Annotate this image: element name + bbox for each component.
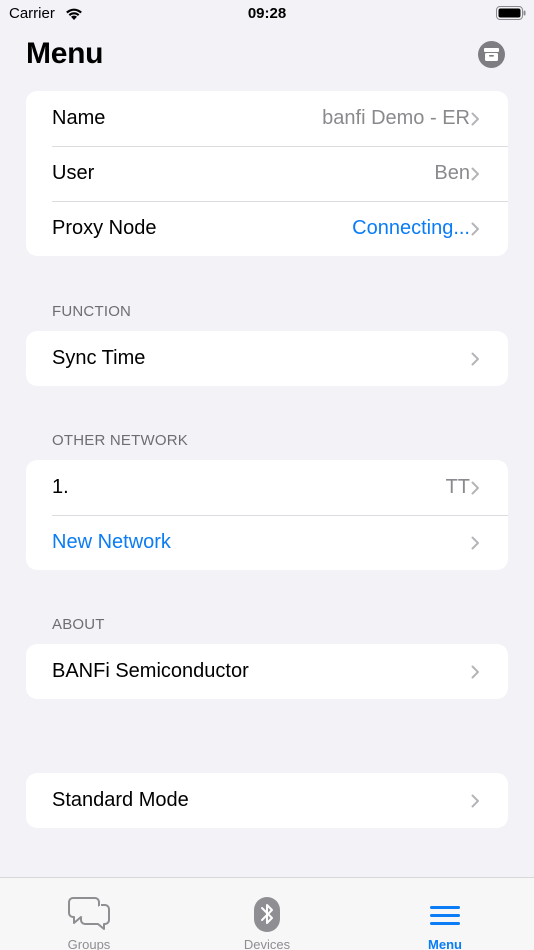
user-value: Ben [434,162,470,184]
proxy-node-status: Connecting... [352,217,470,239]
name-row[interactable]: Name banfi Demo - ER [26,91,508,146]
tab-bar: Groups Devices Menu [0,877,534,950]
chevron-right-icon [471,536,479,550]
archive-icon [484,48,499,61]
hamburger-menu-icon [430,906,460,925]
network-row[interactable]: 1. TT [26,460,508,515]
other-network-group: 1. TT New Network [26,460,508,570]
battery-icon [496,6,526,20]
standard-mode-label: Standard Mode [52,789,189,811]
chevron-right-icon [471,794,479,808]
bluetooth-icon [254,897,280,932]
status-bar: Carrier 09:28 [0,0,534,30]
about-company-row[interactable]: BANFi Semiconductor [26,644,508,699]
new-network-link: New Network [52,531,171,553]
tab-groups[interactable]: Groups [0,878,178,950]
clock: 09:28 [247,5,287,22]
section-header-about: ABOUT [52,616,105,633]
network-index-label: 1. [52,476,69,498]
about-company-label: BANFi Semiconductor [52,660,249,682]
tab-devices[interactable]: Devices [178,878,356,950]
tab-menu-label: Menu [428,937,462,950]
proxy-node-row[interactable]: Proxy Node Connecting... [26,201,508,256]
tab-devices-label: Devices [243,937,291,950]
proxy-node-label: Proxy Node [52,217,157,239]
tab-menu[interactable]: Menu [356,878,534,950]
sync-time-row[interactable]: Sync Time [26,331,508,386]
chevron-right-icon [471,112,479,126]
chevron-right-icon [471,222,479,236]
chevron-right-icon [471,665,479,679]
standard-mode-row[interactable]: Standard Mode [26,773,508,828]
chevron-right-icon [471,167,479,181]
page-title: Menu [26,37,104,70]
chat-bubbles-icon [68,897,110,930]
name-label: Name [52,107,106,129]
section-header-other-network: OTHER NETWORK [52,432,188,449]
sync-time-label: Sync Time [52,347,146,369]
section-header-function: FUNCTION [52,303,132,320]
function-group: Sync Time [26,331,508,386]
chevron-right-icon [471,352,479,366]
archive-button[interactable] [478,41,505,68]
network-info-group: Name banfi Demo - ER User Ben Proxy Node… [26,91,508,256]
menu-screen: Carrier 09:28 Menu Name banfi Demo - ER … [0,0,534,950]
about-group: BANFi Semiconductor [26,644,508,699]
network-name-value: TT [445,476,470,498]
name-value: banfi Demo - ER [322,107,470,129]
mode-group: Standard Mode [26,773,508,828]
user-row[interactable]: User Ben [26,146,508,201]
chevron-right-icon [471,481,479,495]
tab-groups-label: Groups [67,937,111,950]
user-label: User [52,162,95,184]
new-network-row[interactable]: New Network [26,515,508,570]
